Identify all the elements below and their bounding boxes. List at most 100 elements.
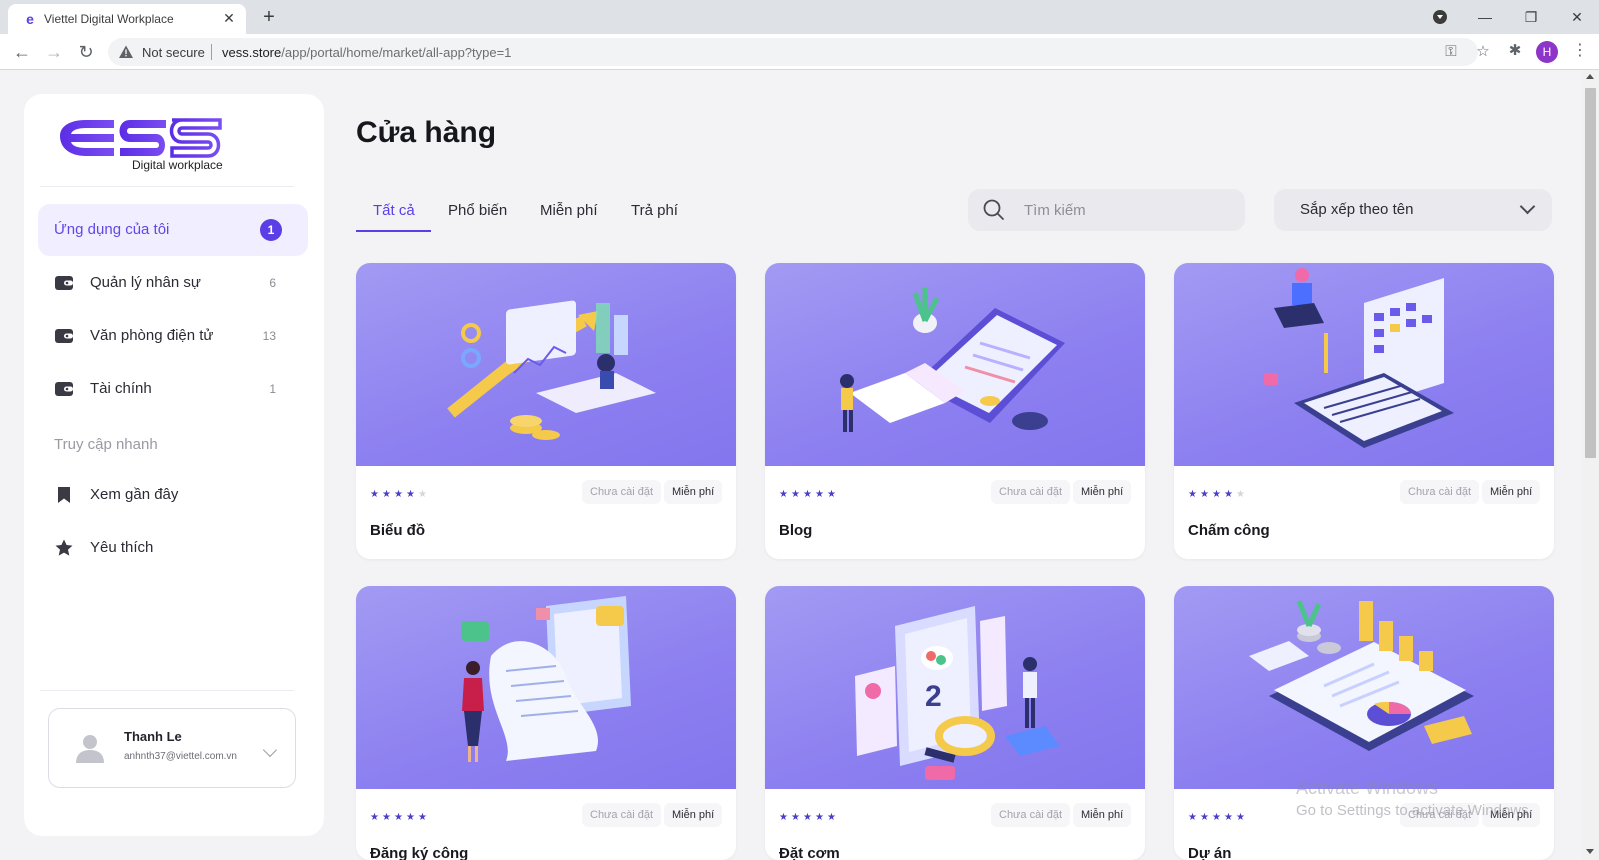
sidebar-item-recent[interactable]: Xem gần đây [38,469,308,521]
scrollbar-thumb[interactable] [1585,88,1596,458]
price-badge: Miễn phí [1073,480,1132,504]
search-input[interactable] [1024,199,1224,221]
new-tab-button[interactable]: + [256,5,282,31]
app-title: Blog [779,522,813,539]
rating-star-icon: ★ [827,812,836,823]
price-badge: Miễn phí [664,480,723,504]
url-text[interactable]: vess.store/app/portal/home/market/all-ap… [222,45,511,60]
sidebar-item-label: Văn phòng điện tử [90,327,214,344]
sidebar-item-e-office[interactable]: Văn phòng điện tử 13 [38,310,308,362]
app-card[interactable]: ★ ★ ★ ★ ★ Chưa cài đặt Miễn phí Blog [765,263,1145,559]
sidebar-item-hr[interactable]: Quản lý nhân sự 6 [38,257,308,309]
rating-star-icon: ★ [1212,812,1221,823]
install-status-badge: Chưa cài đặt [582,480,662,504]
tab-title: Viettel Digital Workplace [44,12,174,26]
tab-popular[interactable]: Phổ biến [448,202,507,219]
rating-star-icon: ★ [382,489,391,500]
rating-star-icon: ★ [827,489,836,500]
tab-free[interactable]: Miễn phí [540,202,598,219]
app-title: Dự án [1188,845,1232,860]
user-profile-card[interactable]: Thanh Le anhnth37@viettel.com.vn [48,708,296,788]
rating-star-icon: ★ [815,489,824,500]
sidebar-item-favorites[interactable]: Yêu thích [38,522,308,574]
minimize-button[interactable]: — [1472,4,1498,30]
browser-menu-icon[interactable]: ⋮ [1572,40,1588,64]
app-card[interactable]: ★ ★ ★ ★ ★ Chưa cài đặt Miễn phí Chấm công [1174,263,1554,559]
sidebar-item-finance[interactable]: Tài chính 1 [38,363,308,415]
sidebar-item-label: Xem gần đây [90,486,179,503]
rating-star-icon: ★ [1188,489,1197,500]
activate-windows-subtitle: Go to Settings to activate Windows. [1296,802,1533,819]
app-card[interactable]: ★ ★ ★ ★ ★ Chưa cài đặt Miễn phí Biểu đồ [356,263,736,559]
tab-paid[interactable]: Trả phí [631,202,678,219]
item-count: 6 [269,276,276,290]
activate-windows-title: Activate Windows [1296,778,1439,798]
rating-star-icon: ★ [370,489,379,500]
page-scrollbar[interactable] [1582,70,1599,860]
rating-star-icon: ★ [394,489,403,500]
item-count: 13 [262,329,276,343]
sidebar-item-label: Yêu thích [90,539,154,556]
browser-tab-bar: e Viettel Digital Workplace ✕ + — ❐ ✕ [0,0,1599,34]
sort-select[interactable]: Sắp xếp theo tên [1274,189,1552,231]
install-status-badge: Chưa cài đặt [991,480,1071,504]
rating-star-icon: ★ [406,812,415,823]
bookmark-star-icon[interactable]: ☆ [1474,43,1492,61]
svg-text:2: 2 [925,680,942,713]
omnibox[interactable]: Not secure vess.store/app/portal/home/ma… [108,38,1490,66]
sidebar-item-my-apps[interactable]: Ứng dụng của tôi 1 [38,204,308,256]
app-illustration [1174,586,1554,789]
extensions-icon[interactable]: ✱ [1505,41,1525,61]
rating-star-icon: ★ [394,812,403,823]
search-box [968,189,1245,231]
window-close-button[interactable]: ✕ [1564,4,1590,30]
browser-tab[interactable]: e Viettel Digital Workplace ✕ [8,4,246,34]
rating-star-icon: ★ [1200,489,1209,500]
star-icon [55,539,73,556]
profile-avatar[interactable]: H [1536,41,1558,63]
install-status-badge: Chưa cài đặt [991,803,1071,827]
app-title: Biểu đồ [370,522,425,539]
maximize-button[interactable]: ❐ [1518,4,1544,30]
wallet-icon [55,329,73,343]
app-title: Đặt cơm [779,845,840,860]
bookmark-icon [58,487,70,503]
forward-button[interactable]: → [42,40,66,64]
wallet-icon [55,382,73,396]
warning-icon [119,45,133,58]
wallet-icon [55,276,73,290]
logo-subtitle: Digital workplace [132,158,223,172]
item-count: 1 [269,382,276,396]
back-button[interactable]: ← [10,40,34,64]
reload-button[interactable]: ↻ [74,40,98,64]
count-badge: 1 [260,219,282,241]
key-icon[interactable]: ⚿ [1442,43,1460,61]
quick-access-title: Truy cập nhanh [54,436,158,453]
sort-label: Sắp xếp theo tên [1300,201,1414,218]
app-card[interactable]: ★ ★ ★ ★ ★ Chưa cài đặt Miễn phí Đăng ký công [356,586,736,860]
page-title: Cửa hàng [356,116,497,149]
rating-star-icon: ★ [418,812,427,823]
rating-star-icon: ★ [1224,812,1233,823]
active-tab-indicator [356,230,431,232]
rating-star-icon: ★ [382,812,391,823]
tab-all[interactable]: Tất cả [373,202,415,219]
address-bar: ← → ↻ Not secure vess.store/app/portal/h… [0,34,1599,70]
sidebar-item-label: Quản lý nhân sự [90,274,201,291]
rating-star-icon: ★ [779,812,788,823]
close-tab-icon[interactable]: ✕ [220,9,238,27]
app-title: Chấm công [1188,522,1270,539]
app-illustration: 2 [765,586,1145,789]
rating-star-icon: ★ [1236,489,1245,500]
chevron-down-icon[interactable] [262,742,278,758]
app-illustration [1174,263,1554,466]
rating-star-icon: ★ [418,489,427,500]
not-secure-label: Not secure [142,45,205,60]
chevron-down-icon [1519,198,1536,215]
tab-search-button[interactable] [1427,4,1453,30]
rating-star-icon: ★ [1212,489,1221,500]
site-favicon-icon: e [26,11,34,27]
install-status-badge: Chưa cài đặt [582,803,662,827]
search-icon [983,199,1004,220]
app-card[interactable]: 2 ★ ★ ★ ★ ★ Chưa cài đặt Miễn phí Đặt cơm [765,586,1145,860]
